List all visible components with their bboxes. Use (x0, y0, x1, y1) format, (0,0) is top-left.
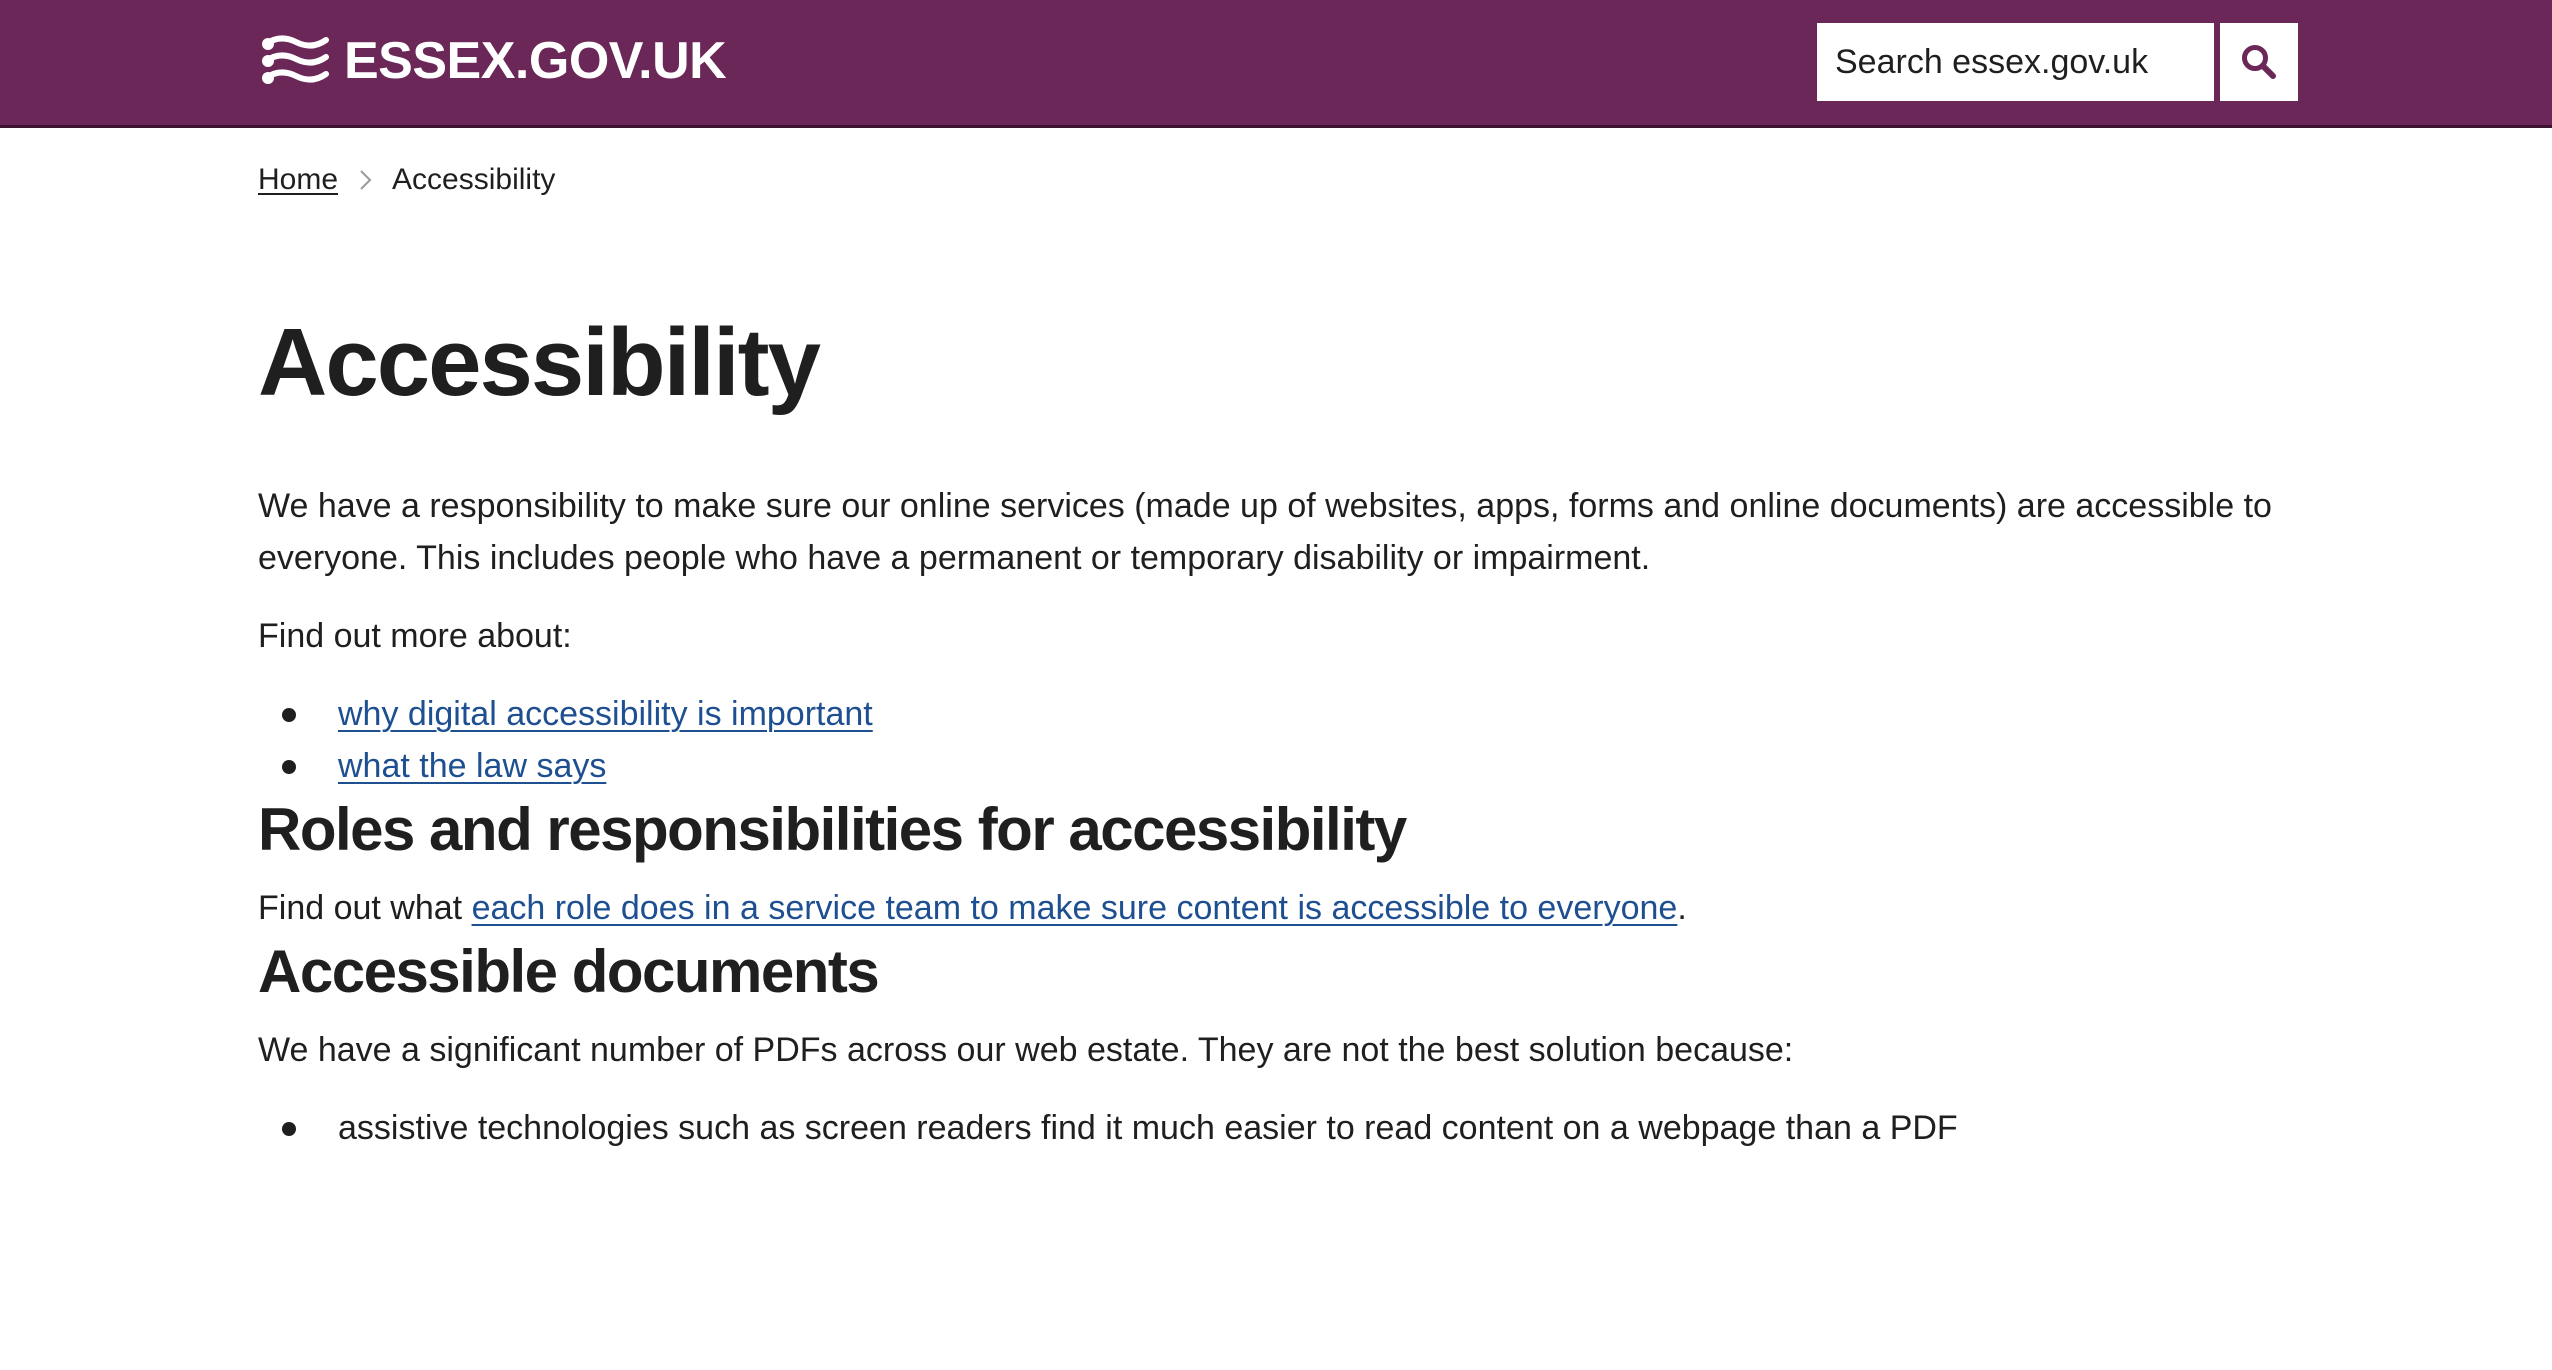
search-icon (2242, 45, 2276, 79)
bullet-icon (282, 760, 296, 774)
roles-text-before: Find out what (258, 889, 472, 927)
bullet-icon (282, 708, 296, 722)
search-input[interactable] (1817, 23, 2214, 101)
essex-seaxes-icon (262, 35, 329, 84)
site-logo-link[interactable]: ESSEX.GOV.UK (258, 28, 727, 94)
why-accessibility-important-link[interactable]: why digital accessibility is important (338, 695, 873, 733)
what-the-law-says-link[interactable]: what the law says (338, 747, 606, 785)
search-button[interactable] (2220, 23, 2298, 101)
roles-text-after: . (1677, 889, 1687, 927)
find-out-more-list: why digital accessibility is important w… (258, 688, 2298, 792)
documents-list: assistive technologies such as screen re… (258, 1102, 2298, 1154)
search-form (1817, 23, 2298, 101)
list-item: what the law says (258, 740, 2298, 792)
find-out-more-text: Find out more about: (258, 617, 572, 655)
breadcrumb: Home Accessibility (258, 160, 2298, 200)
documents-paragraph: We have a significant number of PDFs acr… (258, 1031, 1794, 1069)
intro-paragraph: We have a responsibility to make sure ou… (258, 487, 2272, 577)
list-item: assistive technologies such as screen re… (258, 1102, 2298, 1154)
roles-paragraph: Find out what each role does in a servic… (258, 882, 2298, 934)
documents-heading: Accessible documents (258, 938, 880, 1005)
page-title: Accessibility (258, 309, 821, 416)
site-header: ESSEX.GOV.UK (0, 0, 2552, 128)
list-item: why digital accessibility is important (258, 688, 2298, 740)
roles-heading: Roles and responsibilities for accessibi… (258, 796, 1407, 863)
logo-text: ESSEX.GOV.UK (344, 32, 727, 90)
chevron-right-icon (360, 170, 372, 190)
documents-list-item-text: assistive technologies such as screen re… (338, 1109, 1958, 1147)
breadcrumb-current: Accessibility (392, 163, 556, 196)
main-content: Home Accessibility Accessibility We have… (258, 128, 2298, 1154)
breadcrumb-home-link[interactable]: Home (258, 160, 338, 200)
bullet-icon (282, 1122, 296, 1136)
roles-link[interactable]: each role does in a service team to make… (472, 889, 1678, 927)
